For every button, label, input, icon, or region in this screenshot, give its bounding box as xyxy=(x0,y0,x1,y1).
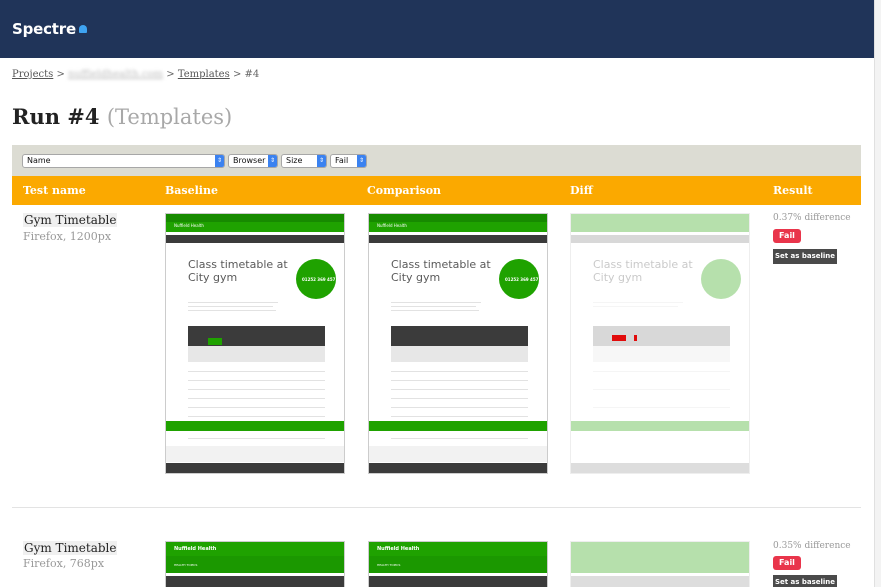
window-scrollbar[interactable] xyxy=(874,0,881,587)
select-arrows-icon: ⇕ xyxy=(268,155,277,167)
cookie-banner xyxy=(369,421,547,431)
breadcrumb-separator: > xyxy=(232,69,242,80)
select-arrows-icon: ⇕ xyxy=(317,155,326,167)
timetable-filters xyxy=(188,346,325,362)
page-heading: Class timetable at City gym xyxy=(593,258,693,284)
timetable-filters xyxy=(593,346,730,362)
row-divider xyxy=(12,507,861,508)
site-sub-nav xyxy=(369,576,547,587)
site-top-nav xyxy=(571,542,749,556)
timetable-filters xyxy=(391,346,528,362)
page-heading: Class timetable at City gym xyxy=(188,258,288,284)
size-filter-select[interactable]: Size ⇕ xyxy=(281,154,327,168)
site-footer xyxy=(369,463,547,473)
breadcrumb-project-link[interactable]: nuffieldhealth.com xyxy=(68,69,163,80)
breadcrumb-run: #4 xyxy=(244,69,260,80)
select-arrows-icon: ⇕ xyxy=(357,155,366,167)
site-logo: Nuffield Health xyxy=(174,546,217,552)
column-diff: Diff xyxy=(570,184,593,197)
page-heading: Class timetable at City gym xyxy=(391,258,491,284)
page-title: Run #4 (Templates) xyxy=(12,104,233,129)
site-logo: Nuffield Health xyxy=(377,223,407,228)
site-sub-nav xyxy=(369,235,547,243)
site-sub-nav xyxy=(166,576,344,587)
diff-highlight xyxy=(634,335,637,341)
site-logo: Nuffield Health xyxy=(174,223,204,228)
suite-subtitle: (Templates) xyxy=(106,105,233,129)
site-footer-notes xyxy=(369,446,547,462)
phone-circle xyxy=(701,259,741,299)
top-navbar: Spectre xyxy=(0,0,874,58)
filter-bar: Name ⇕ Browser ⇕ Size ⇕ Fail ⇕ xyxy=(12,145,861,176)
baseline-screenshot[interactable]: Nuffield Health HEALTH TOPICS xyxy=(165,541,345,587)
test-environment: Firefox, 1200px xyxy=(23,230,112,243)
test-environment: Firefox, 768px xyxy=(23,557,105,570)
breadcrumb-suite-link[interactable]: Templates xyxy=(178,69,230,80)
diff-screenshot[interactable]: Class timetable at City gym xyxy=(570,213,750,474)
ghost-logo-icon xyxy=(78,25,87,33)
breadcrumb: Projects > nuffieldhealth.com > Template… xyxy=(12,69,259,80)
browser-filter-select[interactable]: Browser ⇕ xyxy=(228,154,278,168)
breadcrumb-separator: > xyxy=(166,69,175,80)
selected-day xyxy=(208,338,222,345)
results-table-header: Test name Baseline Comparison Diff Resul… xyxy=(12,176,861,205)
breadcrumb-projects-link[interactable]: Projects xyxy=(12,69,53,80)
difference-percentage: 0.35% difference xyxy=(773,541,851,551)
test-name: Gym Timetable xyxy=(23,541,118,555)
set-as-baseline-button[interactable]: Set as baseline xyxy=(773,249,837,264)
status-filter-select[interactable]: Fail ⇕ xyxy=(330,154,367,168)
fail-badge: Fail xyxy=(773,556,801,570)
column-comparison: Comparison xyxy=(367,184,442,197)
fail-badge: Fail xyxy=(773,229,801,243)
app-logo[interactable]: Spectre xyxy=(12,20,87,38)
diff-screenshot[interactable] xyxy=(570,541,750,587)
site-sub-nav xyxy=(166,235,344,243)
site-main-nav xyxy=(571,222,749,232)
site-main-nav xyxy=(571,556,749,573)
set-as-baseline-button[interactable]: Set as baseline xyxy=(773,575,837,587)
baseline-screenshot[interactable]: Nuffield Health Class timetable at City … xyxy=(165,213,345,474)
comparison-screenshot[interactable]: Nuffield Health HEALTH TOPICS xyxy=(368,541,548,587)
diff-highlight xyxy=(612,335,626,341)
site-footer xyxy=(571,463,749,473)
cookie-banner xyxy=(166,421,344,431)
site-top-nav xyxy=(369,214,547,222)
timetable-day-tabs xyxy=(391,326,528,346)
column-baseline: Baseline xyxy=(165,184,218,197)
site-sub-nav xyxy=(571,235,749,243)
comparison-screenshot[interactable]: Nuffield Health Class timetable at City … xyxy=(368,213,548,474)
difference-percentage: 0.37% difference xyxy=(773,213,851,223)
site-top-nav xyxy=(571,214,749,222)
site-subnav: HEALTH TOPICS xyxy=(174,563,198,567)
select-arrows-icon: ⇕ xyxy=(215,155,224,167)
site-footer xyxy=(166,463,344,473)
site-logo: Nuffield Health xyxy=(377,546,420,552)
phone-number: 01252 369 457 xyxy=(302,277,336,282)
name-filter-select[interactable]: Name ⇕ xyxy=(22,154,225,168)
column-test-name: Test name xyxy=(23,184,86,197)
site-footer-notes xyxy=(166,446,344,462)
site-subnav: HEALTH TOPICS xyxy=(377,563,401,567)
site-top-nav xyxy=(166,214,344,222)
phone-number: 01252 369 457 xyxy=(505,277,539,282)
breadcrumb-separator: > xyxy=(56,69,65,80)
site-sub-nav xyxy=(571,576,749,587)
cookie-banner xyxy=(571,421,749,431)
column-result: Result xyxy=(773,184,813,197)
test-name: Gym Timetable xyxy=(23,213,118,227)
